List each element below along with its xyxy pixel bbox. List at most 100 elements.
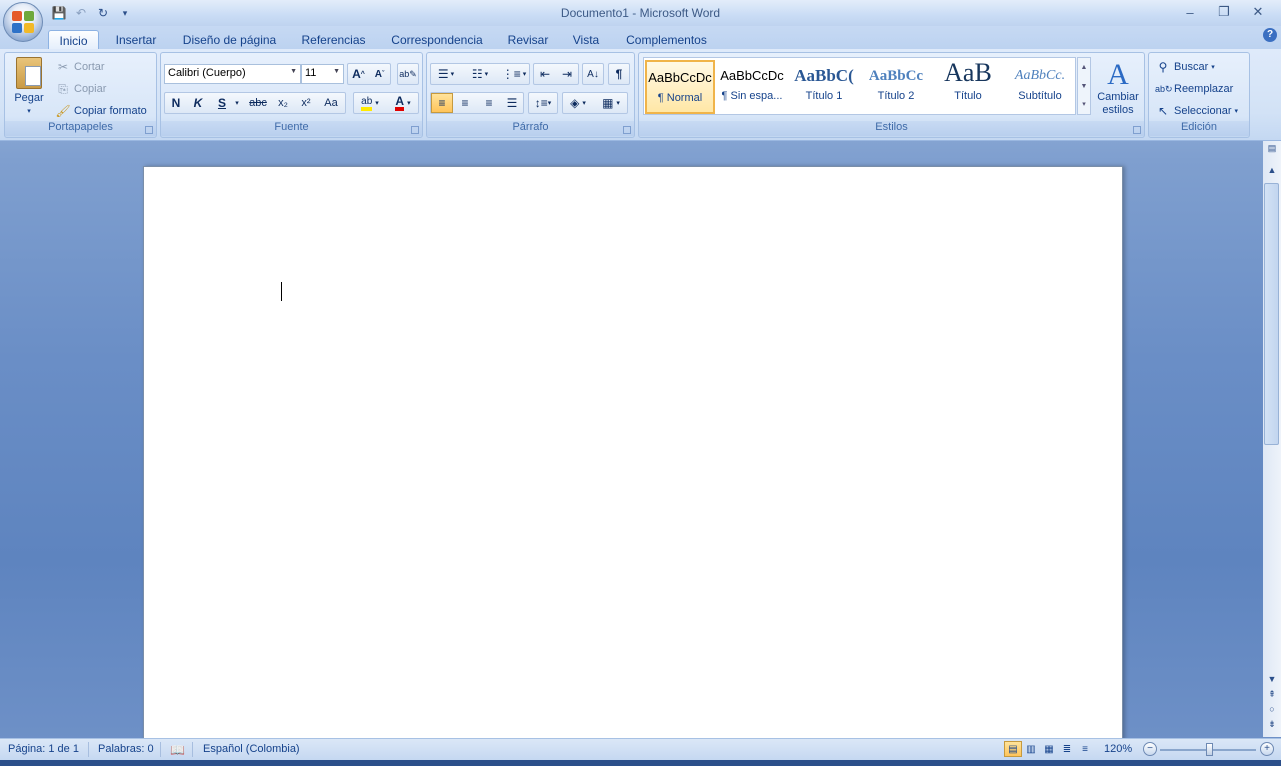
style-heading-2[interactable]: AaBbCc Título 2 [861,60,931,114]
tab-diseno-de-pagina[interactable]: Diseño de página [178,30,281,50]
align-left-button[interactable]: ≡ [431,93,453,113]
paste-button[interactable]: Pegar ▾ [11,57,47,118]
tab-insertar[interactable]: Insertar [110,30,162,50]
close-button[interactable]: ✕ [1241,2,1275,22]
clipboard-group-label: Portapapeles [5,121,156,136]
document-page[interactable] [143,166,1123,741]
superscript-button[interactable]: x² [295,93,317,113]
shading-button[interactable]: ◈ ▾ [563,93,593,113]
brush-icon: 🖌 [55,104,71,118]
vertical-scrollbar[interactable]: ▤ ▲ ▼ ⇞ ○ ⇟ [1263,141,1281,737]
print-layout-icon[interactable]: ▤ [1004,741,1022,757]
style-title[interactable]: AaB Título [933,60,1003,114]
style-heading-1[interactable]: AaBbC(Título 1 [789,60,859,114]
underline-dropdown-icon[interactable]: ▾ [232,93,242,113]
word-count[interactable]: Palabras: 0 [98,743,154,755]
highlight-button[interactable]: ab ▾ [355,93,385,113]
font-launcher-icon[interactable] [411,126,419,134]
change-styles-button[interactable]: A Cambiar estilos [1093,59,1143,117]
align-center-button[interactable]: ≡ [454,93,476,113]
outline-icon[interactable]: ≣ [1058,741,1076,757]
ruler-toggle-icon[interactable]: ▤ [1263,143,1281,154]
web-layout-icon[interactable]: ▦ [1040,741,1058,757]
tab-complementos[interactable]: Complementos [622,30,711,50]
font-color-button[interactable]: A ▾ [388,93,418,113]
tab-referencias[interactable]: Referencias [298,30,369,50]
decrease-indent-button[interactable]: ⇤ [534,64,556,84]
style-no-spacing[interactable]: AaBbCcDc ¶ Sin espa... [717,60,787,114]
strikethrough-button[interactable]: abc [246,93,270,113]
zoom-out-icon[interactable]: − [1143,742,1157,756]
full-screen-reading-icon[interactable]: ▥ [1022,741,1040,757]
font-size-combo[interactable]: 11 ▼ [301,64,344,84]
paint-bucket-icon: ◈ [570,96,580,110]
scroll-up-icon[interactable]: ▲ [1078,58,1090,77]
previous-page-icon[interactable]: ⇞ [1263,689,1281,700]
office-button[interactable] [3,2,43,42]
replace-icon: ab↻ [1155,84,1173,94]
select-button[interactable]: ↖ Seleccionar ▾ [1155,103,1238,119]
line-spacing-button[interactable]: ↕≡ ▾ [529,93,557,113]
format-painter-button[interactable]: 🖌 Copiar formato [55,103,146,119]
title-bar: 💾 ↶ ↻ ▾ Documento1 - Microsoft Word – ❐ … [0,0,1281,26]
draft-icon[interactable]: ≡ [1076,741,1094,757]
window-title: Documento1 - Microsoft Word [560,6,721,20]
change-case-button[interactable]: Aa [318,93,344,113]
outdent-icon: ⇤ [539,67,551,81]
align-right-button[interactable]: ≡ [478,93,500,113]
tab-correspondencia[interactable]: Correspondencia [387,30,487,50]
change-styles-icon: A [1107,58,1129,91]
find-button[interactable]: ⚲ Buscar ▾ [1155,59,1215,75]
zoom-level[interactable]: 120% [1104,743,1132,755]
cut-button[interactable]: ✂ Cortar [55,59,105,75]
scrollbar-thumb[interactable] [1264,183,1279,445]
browse-object-icon[interactable]: ○ [1263,704,1281,714]
style-normal[interactable]: AaBbCcDc ¶ Normal [645,60,715,114]
justify-button[interactable]: ☰ [501,93,523,113]
multilevel-list-button[interactable]: ⋮≡ ▾ [499,64,529,84]
scroll-up-icon[interactable]: ▲ [1263,165,1281,175]
paragraph-launcher-icon[interactable] [623,126,631,134]
tab-revisar[interactable]: Revisar [504,30,552,50]
align-center-icon: ≡ [461,96,469,110]
bullets-button[interactable]: ☰ ▾ [431,64,461,84]
show-marks-button[interactable]: ¶ [609,64,629,84]
office-logo-icon [12,11,34,33]
numbering-button[interactable]: ☷ ▾ [465,64,495,84]
paragraph-group-label: Párrafo [427,121,634,136]
scroll-down-icon[interactable]: ▼ [1263,674,1281,684]
help-icon[interactable]: ? [1263,28,1277,42]
scissors-icon: ✂ [57,60,69,74]
gallery-more-icon[interactable]: ▾ [1078,96,1090,114]
copy-button[interactable]: ⎘ Copiar [55,81,106,97]
shrink-font-button[interactable]: Aˇ [369,64,390,84]
proofing-icon[interactable]: 📖 [170,743,185,757]
language-indicator[interactable]: Español (Colombia) [203,743,300,755]
italic-button[interactable]: K [188,93,208,113]
clipboard-group: Pegar ▾ ✂ Cortar ⎘ Copiar 🖌 Copiar formato … [4,52,157,138]
styles-launcher-icon[interactable] [1133,126,1141,134]
font-name-combo[interactable]: Calibri (Cuerpo) ▼ [164,64,301,84]
style-subtitle[interactable]: AaBbCc. Subtítulo [1005,60,1075,114]
next-page-icon[interactable]: ⇟ [1263,719,1281,730]
bold-button[interactable]: N [166,93,186,113]
sort-button[interactable]: A↓ [583,64,603,84]
zoom-in-icon[interactable]: + [1260,742,1274,756]
minimize-button[interactable]: – [1173,2,1207,22]
clipboard-launcher-icon[interactable] [145,126,153,134]
tab-vista[interactable]: Vista [568,30,604,50]
styles-gallery-scroll[interactable]: ▲ ▼ ▾ [1077,57,1091,115]
tab-inicio[interactable]: Inicio [48,30,99,50]
subscript-button[interactable]: x₂ [272,93,294,113]
clear-format-button[interactable]: ab✎ [398,64,418,84]
increase-indent-button[interactable]: ⇥ [556,64,578,84]
page-count[interactable]: Página: 1 de 1 [8,743,79,755]
zoom-slider-thumb[interactable] [1206,743,1213,756]
restore-button[interactable]: ❐ [1207,2,1241,22]
align-left-icon: ≡ [438,96,446,110]
scroll-down-icon[interactable]: ▼ [1078,77,1090,96]
borders-button[interactable]: ▦ ▾ [595,93,627,113]
grow-font-button[interactable]: A ^ [348,64,369,84]
underline-button[interactable]: S [212,93,232,113]
replace-button[interactable]: ab↻ Reemplazar [1155,81,1233,97]
